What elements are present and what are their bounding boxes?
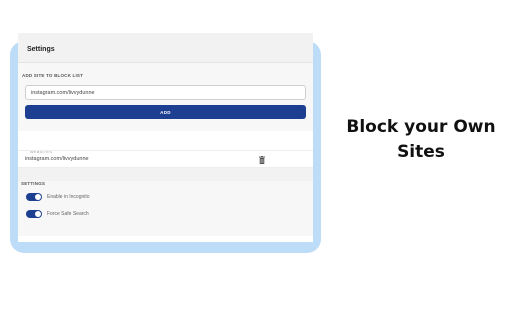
add-button-wrapper: ADD [18, 100, 313, 131]
toggle-row-safe-search: Force Safe Search [26, 205, 313, 222]
settings-panel: Settings ADD SITE TO BLOCK LIST ADD WEBS… [18, 33, 313, 242]
list-item: instagram.com/livvydunne [18, 150, 313, 168]
toggle-knob [35, 193, 41, 200]
safe-search-toggle-label: Force Safe Search [47, 210, 89, 217]
headline-line-2: Sites [397, 142, 445, 162]
add-button[interactable]: ADD [25, 105, 306, 119]
promo-headline: Block your Own Sites [332, 115, 510, 165]
websites-heading: WEBSITES [18, 131, 313, 154]
trash-icon[interactable] [259, 156, 265, 164]
headline-line-1: Block your Own [346, 117, 496, 137]
blocked-site-label: instagram.com/livvydunne [25, 156, 89, 162]
add-site-section-heading: ADD SITE TO BLOCK LIST [18, 63, 313, 78]
panel-title: Settings [27, 46, 55, 53]
incognito-toggle-label: Enable in Incognito [47, 193, 90, 200]
settings-heading-text: SETTINGS [21, 181, 46, 186]
settings-section-heading: SETTINGS [18, 168, 313, 186]
add-site-heading-text: ADD SITE TO BLOCK LIST [22, 73, 84, 78]
settings-body: Enable in Incognito Force Safe Search [18, 181, 313, 236]
toggle-knob [35, 210, 41, 217]
panel-titlebar: Settings [18, 33, 313, 63]
incognito-toggle[interactable] [26, 192, 42, 201]
site-input[interactable] [25, 85, 306, 100]
safe-search-toggle[interactable] [26, 209, 42, 218]
toggle-row-incognito: Enable in Incognito [26, 188, 313, 205]
